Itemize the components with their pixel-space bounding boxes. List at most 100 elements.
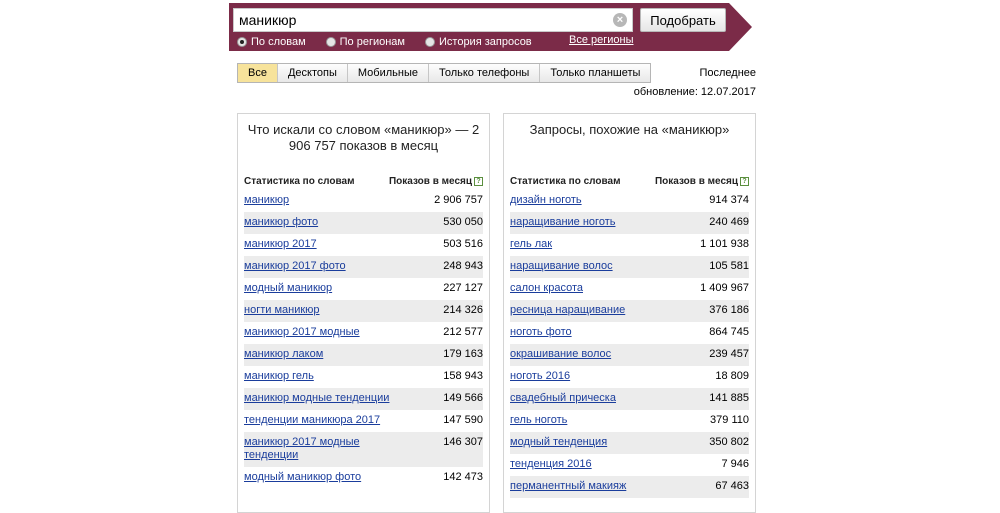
similar-queries-panel: Запросы, похожие на «маникюр» Статистика… [503, 113, 756, 513]
column-count-header: Показов в месяц? [389, 176, 483, 187]
keyword-link[interactable]: маникюр [244, 194, 289, 207]
impressions-count: 864 745 [709, 326, 749, 338]
clear-search-icon[interactable]: × [613, 13, 627, 27]
tab-phones-only[interactable]: Только телефоны [429, 64, 541, 82]
table-row: маникюр гель 158 943 [244, 366, 483, 388]
table-row: маникюр 2017 модные 212 577 [244, 322, 483, 344]
keyword-link[interactable]: наращивание волос [510, 260, 613, 273]
impressions-count: 7 946 [721, 458, 749, 470]
update-line-2: обновление: 12.07.2017 [633, 86, 756, 98]
table-row: маникюр 2017 503 516 [244, 234, 483, 256]
keyword-link[interactable]: свадебный прическа [510, 392, 616, 405]
table-row: маникюр фото 530 050 [244, 212, 483, 234]
tab-desktops[interactable]: Десктопы [278, 64, 348, 82]
radio-icon[interactable] [237, 36, 247, 47]
keyword-link[interactable]: перманентный макияж [510, 480, 626, 493]
mode-label: По регионам [339, 35, 405, 48]
keyword-link[interactable]: маникюр фото [244, 216, 318, 229]
keyword-link[interactable]: маникюр модные тенденции [244, 392, 389, 405]
keyword-link[interactable]: модный маникюр [244, 282, 332, 295]
tab-mobile[interactable]: Мобильные [348, 64, 429, 82]
help-icon[interactable]: ? [474, 176, 483, 186]
search-submit-button[interactable]: Подобрать [640, 8, 726, 32]
impressions-count: 214 326 [443, 304, 483, 316]
keyword-link[interactable]: ноготь 2016 [510, 370, 570, 383]
column-header: Статистика по словам Показов в месяц? [510, 175, 749, 188]
keyword-link[interactable]: гель ноготь [510, 414, 567, 427]
device-tabs: Все Десктопы Мобильные Только телефоны Т… [237, 63, 652, 83]
impressions-count: 530 050 [443, 216, 483, 228]
impressions-count: 179 163 [443, 348, 483, 360]
impressions-count: 147 590 [443, 414, 483, 426]
table-row: ноготь фото 864 745 [510, 322, 749, 344]
impressions-count: 1 409 967 [700, 282, 749, 294]
keyword-link[interactable]: тенденции маникюра 2017 [244, 414, 380, 427]
table-row: маникюр модные тенденции 149 566 [244, 388, 483, 410]
keyword-link[interactable]: салон красота [510, 282, 583, 295]
mode-history[interactable]: История запросов [425, 36, 532, 48]
impressions-count: 142 473 [443, 471, 483, 483]
mode-by-words[interactable]: По словам [237, 36, 306, 48]
impressions-count: 105 581 [709, 260, 749, 272]
table-row: тенденция 2016 7 946 [510, 454, 749, 476]
impressions-count: 503 516 [443, 238, 483, 250]
keyword-link[interactable]: гель лак [510, 238, 552, 251]
impressions-count: 379 110 [710, 414, 749, 426]
table-row: модный тенденция 350 802 [510, 432, 749, 454]
keyword-link[interactable]: маникюр 2017 модные [244, 326, 360, 339]
keyword-link[interactable]: тенденция 2016 [510, 458, 592, 471]
radio-icon[interactable] [425, 36, 435, 47]
impressions-count: 1 101 938 [700, 238, 749, 250]
keyword-link[interactable]: ноготь фото [510, 326, 572, 339]
column-header: Статистика по словам Показов в месяц? [244, 175, 483, 188]
mode-by-regions[interactable]: По регионам [325, 35, 405, 48]
impressions-count: 376 186 [709, 304, 749, 316]
table-row: салон красота 1 409 967 [510, 278, 749, 300]
keyword-link[interactable]: дизайн ноготь [510, 194, 582, 207]
impressions-count: 227 127 [443, 282, 483, 294]
table-row: дизайн ноготь 914 374 [510, 190, 749, 212]
keyword-link[interactable]: маникюр лаком [244, 348, 323, 361]
impressions-count: 67 463 [715, 480, 749, 492]
impressions-count: 18 809 [715, 370, 749, 382]
table-row: ресница наращивание 376 186 [510, 300, 749, 322]
mode-label: История запросов [439, 35, 532, 48]
search-input[interactable] [233, 8, 633, 32]
impressions-count: 350 802 [709, 436, 749, 448]
keyword-link[interactable]: ресница наращивание [510, 304, 625, 317]
keyword-link[interactable]: наращивание ноготь [510, 216, 615, 229]
table-row: гель ноготь 379 110 [510, 410, 749, 432]
impressions-count: 914 374 [709, 194, 749, 206]
tab-all[interactable]: Все [238, 64, 278, 82]
radio-icon[interactable] [325, 36, 336, 47]
impressions-count: 141 885 [709, 392, 749, 404]
search-mode-group: По словам По регионам История запросов [237, 34, 552, 49]
panel-title: Запросы, похожие на «маникюр» [529, 122, 730, 137]
update-line-1: Последнее [699, 67, 756, 79]
table-row: свадебный прическа 141 885 [510, 388, 749, 410]
keyword-link[interactable]: ногти маникюр [244, 304, 320, 317]
table-row: перманентный макияж 67 463 [510, 476, 749, 498]
keyword-link[interactable]: маникюр 2017 фото [244, 260, 346, 273]
keyword-link[interactable]: маникюр 2017 [244, 238, 317, 251]
table-row: модный маникюр фото 142 473 [244, 467, 483, 489]
table-row: маникюр 2 906 757 [244, 190, 483, 212]
keyword-link[interactable]: окрашивание волос [510, 348, 611, 361]
help-icon[interactable]: ? [740, 176, 749, 186]
column-count-label: Показов в месяц [388, 176, 472, 187]
keyword-link[interactable]: модный маникюр фото [244, 471, 361, 484]
table-row: тенденции маникюра 2017 147 590 [244, 410, 483, 432]
impressions-count: 146 307 [443, 436, 483, 448]
keyword-link[interactable]: маникюр гель [244, 370, 314, 383]
impressions-count: 212 577 [443, 326, 483, 338]
mode-label: По словам [251, 35, 306, 48]
table-row: маникюр 2017 модные тенденции 146 307 [244, 432, 483, 467]
keyword-link[interactable]: маникюр 2017 модные тенденции [244, 436, 414, 462]
impressions-count: 248 943 [443, 260, 483, 272]
keyword-stats-panel: Что искали со словом «маникюр» — 2 906 7… [237, 113, 490, 513]
all-regions-link[interactable]: Все регионы [569, 34, 634, 46]
keyword-link[interactable]: модный тенденция [510, 436, 607, 449]
table-row: гель лак 1 101 938 [510, 234, 749, 256]
column-keyword-header: Статистика по словам [510, 176, 621, 187]
column-keyword-header: Статистика по словам [244, 176, 355, 187]
